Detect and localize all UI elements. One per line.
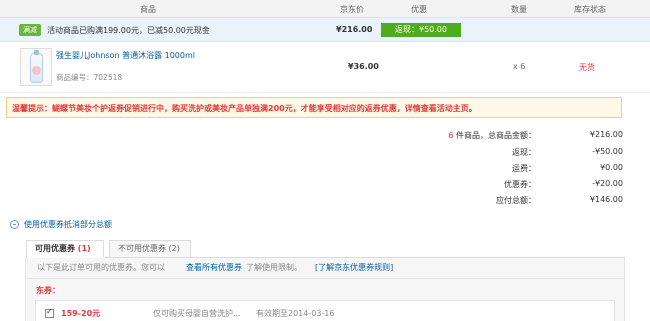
coupon-tabs: 可用优惠券 (1) 不可用优惠券 (2)	[25, 239, 625, 258]
coupon-toggle-label[interactable]: 使用优惠券抵消部分总额	[24, 219, 112, 230]
coupon-description: 仅可购买母婴自营洗护...	[153, 309, 241, 318]
tab-unusable-coupons[interactable]: 不可用优惠券 (2)	[109, 240, 191, 258]
coupon-list: 159-20元 仅可购买母婴自营洗护... 有效期至2014-03-16	[35, 300, 615, 321]
tab-unusable-label: 不可用优惠券	[118, 244, 166, 253]
coupon-panel: 以下是此订单可用的优惠券。您可以 查看所有优惠券 了解使用限制。 [了解京东优惠…	[25, 258, 625, 321]
view-all-coupons-link[interactable]: 查看所有优惠券	[186, 262, 242, 273]
summary-count-suffix: 件商品，总商品金额：	[456, 131, 536, 140]
summary-rebate-label: 返现：	[512, 148, 536, 157]
summary-payable-value: ¥146.00	[589, 195, 623, 204]
coupon-checkbox[interactable]	[45, 307, 54, 318]
summary-shipping-label: 运费：	[512, 164, 536, 173]
summary-count-label: 6 件商品，总商品金额：	[448, 130, 536, 141]
panel-divider	[26, 278, 624, 279]
coupon-info-text: 以下是此订单可用的优惠券。您可以	[37, 263, 165, 272]
coupon-rules-link[interactable]: [了解京东优惠券规则]	[315, 262, 393, 273]
summary-count: 6	[448, 131, 454, 140]
collapse-icon[interactable]	[10, 220, 19, 229]
summary-coupon-label: 优惠券：	[504, 180, 536, 189]
tab-unusable-count: 2	[171, 244, 177, 253]
tab-usable-coupons[interactable]: 可用优惠券 (1)	[26, 240, 104, 258]
summary-payable-label: 应付总额：	[496, 196, 536, 205]
summary-total-value: ¥216.00	[589, 130, 623, 139]
tab-usable-label: 可用优惠券	[35, 244, 75, 253]
coupon-expiry: 有效期至2014-03-16	[256, 309, 335, 318]
tab-usable-count: 1	[81, 244, 88, 253]
coupon-amount: 159-20元	[61, 309, 101, 318]
dong-coupon-label: 东券：	[36, 286, 60, 295]
order-summary: 6 件商品，总商品金额： ¥216.00 返现： -¥50.00 运费： ¥0.…	[0, 0, 650, 210]
view-all-suffix: 了解使用限制。	[246, 263, 302, 272]
summary-coupon-value: -¥20.00	[592, 179, 623, 188]
summary-rebate-value: -¥50.00	[592, 147, 623, 156]
summary-shipping-value: ¥0.00	[600, 163, 623, 172]
